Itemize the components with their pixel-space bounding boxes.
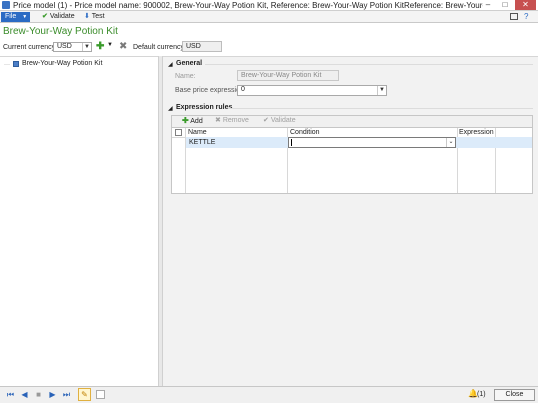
remove-icon: ✖: [215, 117, 221, 124]
collapse-triangle-icon[interactable]: ◢: [168, 61, 173, 68]
next-record-icon[interactable]: ▶: [48, 390, 57, 399]
validate-rule-button[interactable]: ✔ Validate: [263, 116, 296, 124]
chevron-down-icon: ▼: [22, 14, 28, 20]
window-title: Price model (1) - Price model name: 9000…: [13, 1, 483, 10]
default-currency-label: Default currency:: [133, 44, 186, 51]
column-header-condition[interactable]: Condition: [290, 129, 320, 136]
test-icon: ⬇: [84, 13, 90, 20]
tree-node-icon: [13, 61, 19, 67]
edit-mode-icon[interactable]: ✎: [78, 388, 91, 401]
section-divider: [228, 108, 533, 109]
chevron-down-icon: ▼: [377, 86, 386, 95]
tree-panel: [0, 56, 158, 386]
tree-connector-icon: ···: [4, 62, 10, 68]
name-label: Name:: [175, 73, 196, 80]
base-price-value: 0: [241, 86, 245, 93]
expression-rules-title: Expression rules: [176, 104, 233, 111]
validate-label: Validate: [49, 13, 75, 20]
remove-label: Remove: [222, 117, 249, 124]
chevron-down-icon[interactable]: ▼: [107, 42, 113, 48]
current-currency-value: USD: [57, 43, 72, 50]
column-header-expression[interactable]: Expression: [459, 129, 494, 136]
ribbon: [0, 11, 538, 23]
general-section-title: General: [176, 60, 203, 67]
checkmark-icon: ✔: [42, 13, 48, 20]
record-icon[interactable]: ■: [34, 390, 43, 399]
default-currency-field: USD: [182, 41, 222, 52]
file-label: File: [5, 13, 17, 20]
current-currency-label: Current currency:: [3, 44, 58, 51]
base-price-input[interactable]: 0 ▼: [237, 85, 387, 96]
base-price-label: Base price expression:: [175, 87, 246, 94]
remove-rule-button[interactable]: ✖ Remove: [215, 116, 249, 124]
test-label: Test: [91, 13, 105, 20]
validate-rule-label: Validate: [270, 117, 296, 124]
window-close-button[interactable]: ✕: [515, 0, 536, 10]
collapse-triangle-icon[interactable]: ◢: [168, 105, 173, 112]
select-all-checkbox[interactable]: [175, 129, 182, 136]
current-currency-select[interactable]: USD ▼: [53, 42, 92, 52]
page-title: Brew-Your-Way Potion Kit: [3, 26, 118, 37]
tree-item-root[interactable]: Brew-Your-Way Potion Kit: [22, 60, 102, 67]
previous-record-icon[interactable]: ◀: [20, 390, 29, 399]
app-icon: [2, 1, 10, 9]
first-record-icon[interactable]: ⏮: [6, 390, 15, 399]
document-icon[interactable]: [96, 390, 105, 399]
add-label: Add: [190, 118, 203, 125]
add-currency-icon[interactable]: ✚: [96, 41, 104, 52]
checkmark-icon: ✔: [263, 117, 269, 124]
chevron-down-icon: ⌄: [446, 138, 455, 147]
section-divider: [205, 64, 533, 65]
rule-name-cell[interactable]: KETTLE: [189, 139, 215, 146]
last-record-icon[interactable]: ⏭: [62, 390, 71, 399]
close-button[interactable]: Close: [494, 389, 535, 401]
column-header-name[interactable]: Name: [188, 129, 207, 136]
test-button[interactable]: ⬇ Test: [84, 12, 105, 22]
add-rule-button[interactable]: ✚ Add: [182, 116, 203, 125]
rule-condition-input[interactable]: ⌄: [288, 137, 456, 148]
add-icon: ✚: [182, 116, 189, 125]
row-selector[interactable]: [175, 137, 186, 148]
text-cursor: [291, 139, 292, 146]
name-field: Brew-Your-Way Potion Kit: [237, 70, 339, 81]
file-menu-button[interactable]: File ▼: [1, 12, 30, 22]
delete-currency-icon[interactable]: ✖: [119, 41, 127, 52]
validate-button[interactable]: ✔ Validate: [42, 12, 75, 22]
maximize-button[interactable]: □: [497, 0, 513, 10]
alert-count[interactable]: (1): [477, 391, 486, 398]
layout-icon[interactable]: [510, 13, 518, 20]
minimize-button[interactable]: –: [480, 0, 496, 10]
help-icon[interactable]: ?: [524, 12, 528, 21]
chevron-down-icon: ▼: [82, 43, 91, 51]
